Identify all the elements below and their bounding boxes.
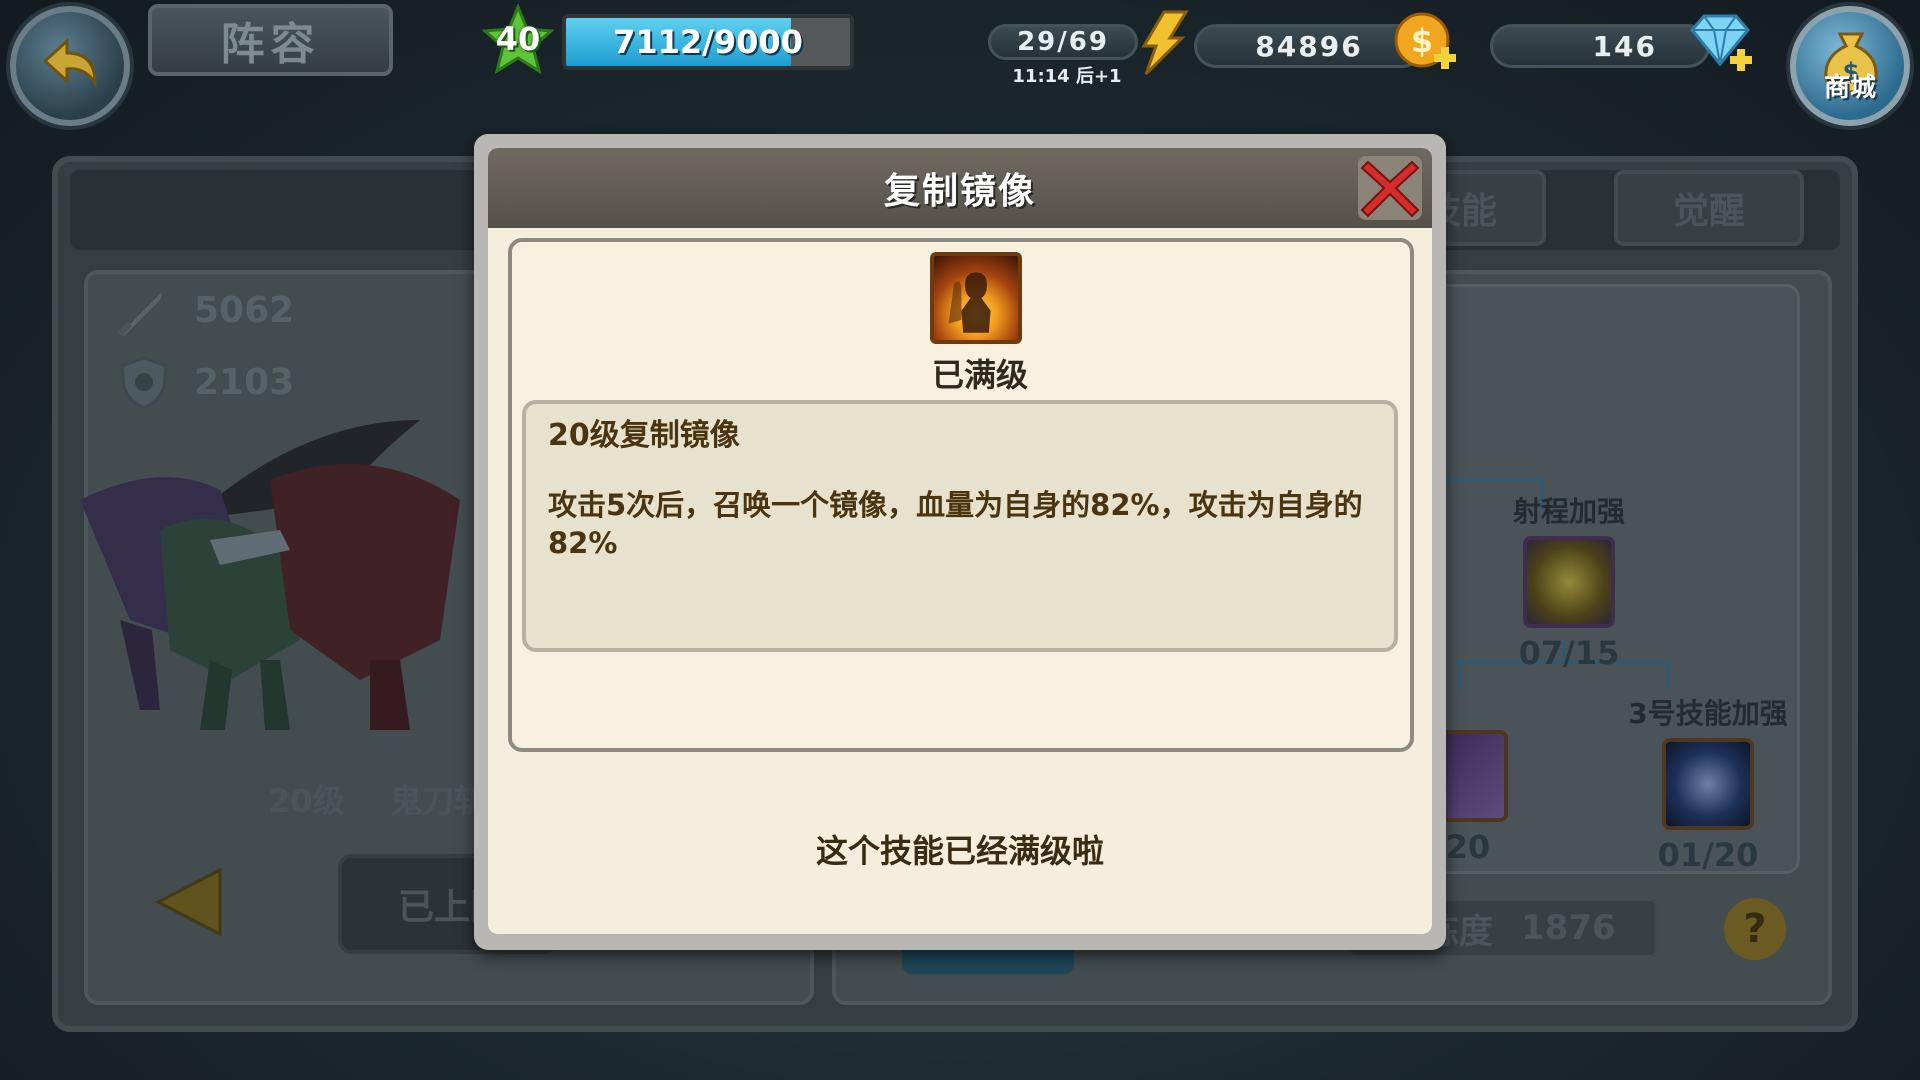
skill-max-status: 已满级 <box>931 356 1028 394</box>
svg-text:$: $ <box>1411 22 1433 60</box>
gold-coin-plus-icon[interactable]: $ <box>1392 8 1458 78</box>
back-button[interactable] <box>10 6 130 126</box>
exp-bar: 7112/9000 <box>562 14 854 70</box>
back-arrow-icon <box>42 37 97 89</box>
skill-description-box: 20级复制镜像 攻击5次后，召唤一个镜像，血量为自身的82%，攻击为自身的82% <box>522 400 1398 652</box>
screen-title-text: 阵容 <box>220 19 321 70</box>
shop-label: 商城 <box>1823 73 1876 103</box>
player-level: 40 <box>495 20 541 58</box>
stamina-value: 29/69 <box>988 24 1138 60</box>
gold-value: 84896 <box>1194 24 1424 68</box>
skill-description-title: 20级复制镜像 <box>548 418 740 453</box>
shop-button[interactable]: $ 商城 <box>1790 6 1910 126</box>
lightning-icon[interactable] <box>1126 8 1192 78</box>
exp-text: 7112/9000 <box>613 23 803 61</box>
skill-description-text: 攻击5次后，召唤一个镜像，血量为自身的82%，攻击为自身的82% <box>548 488 1363 560</box>
diamond-plus-icon[interactable] <box>1684 8 1756 78</box>
top-bar: 阵容 40 7112/9000 29/69 11:14 后+1 84896 $ … <box>0 0 1920 126</box>
screen-title: 阵容 <box>148 4 393 76</box>
gem-value: 146 <box>1490 24 1710 68</box>
dialog-footer-text: 这个技能已经满级啦 <box>815 832 1104 870</box>
dialog-title: 复制镜像 <box>883 171 1036 212</box>
close-button[interactable] <box>1354 152 1426 224</box>
dialog-header: 复制镜像 <box>488 148 1432 228</box>
red-x-icon <box>1358 156 1422 220</box>
stamina-timer: 11:14 后+1 <box>1012 66 1122 87</box>
mirror-clone-skill-icon <box>930 252 1022 344</box>
